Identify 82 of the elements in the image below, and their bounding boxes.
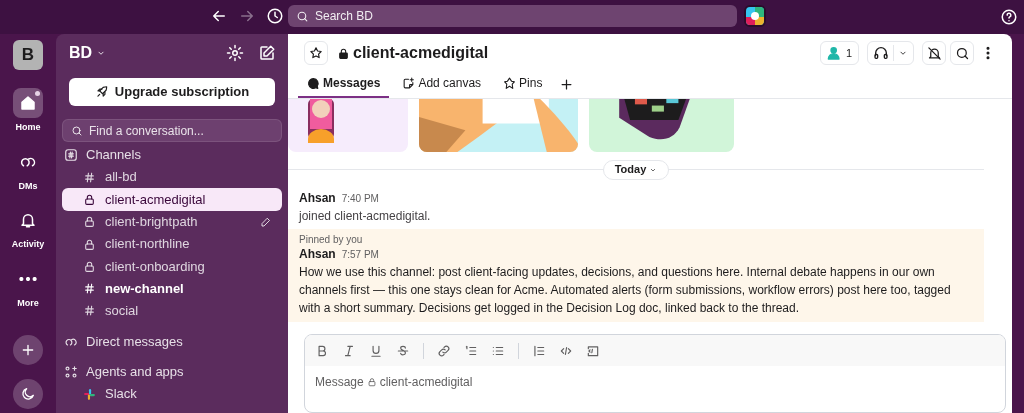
rail-label: Activity: [11, 238, 45, 251]
section-header[interactable]: Agents and apps: [86, 362, 184, 382]
channel-item[interactable]: new-channel: [62, 277, 282, 300]
numbered-list-icon[interactable]: [464, 343, 478, 358]
rail-label: DMs: [18, 179, 38, 193]
add-button[interactable]: [13, 335, 43, 365]
timestamp[interactable]: 7:40 PM: [341, 190, 379, 207]
person-icon: [826, 45, 843, 61]
link-icon[interactable]: [437, 343, 451, 358]
workspace-avatar[interactable]: B: [13, 40, 43, 70]
author-name[interactable]: Ahsan: [299, 190, 336, 207]
channel-item[interactable]: all-bd: [62, 166, 282, 189]
timestamp[interactable]: 7:57 PM: [341, 246, 379, 263]
composer-channel-name: client-acmedigital: [379, 374, 473, 391]
search-icon: [296, 9, 309, 23]
lock-icon: [83, 215, 96, 229]
notifications-button[interactable]: [922, 41, 946, 65]
apps-icon[interactable]: [64, 365, 78, 380]
message-composer[interactable]: Message client-acmedigital: [304, 334, 1006, 413]
plus-icon[interactable]: [559, 76, 575, 92]
rocket-icon: [94, 85, 109, 99]
rail-label: More: [17, 296, 39, 310]
huddle-button[interactable]: [867, 41, 914, 65]
plus-icon: [20, 342, 36, 358]
star-button[interactable]: [304, 41, 328, 65]
members-button[interactable]: 1: [819, 41, 859, 65]
pinned-label: Pinned by you: [299, 233, 364, 246]
lock-icon: [83, 237, 96, 251]
composer-placeholder: Message: [315, 374, 364, 391]
search-icon: [954, 45, 970, 61]
strikethrough-icon[interactable]: [396, 343, 410, 358]
bell-off-icon: [926, 45, 942, 61]
date-divider-button[interactable]: Today: [602, 159, 670, 180]
italic-icon[interactable]: [342, 343, 356, 358]
quote-icon[interactable]: [532, 343, 546, 358]
canvas-icon: [402, 76, 416, 90]
history-icon[interactable]: [266, 7, 284, 25]
upgrade-button[interactable]: Upgrade subscription: [69, 78, 275, 106]
app-logo-icon[interactable]: [746, 7, 764, 25]
channels-icon[interactable]: [64, 148, 78, 162]
code-block-icon[interactable]: [586, 343, 600, 358]
lock-icon: [83, 259, 96, 273]
bell-icon: [19, 211, 37, 229]
section-header[interactable]: Direct messages: [86, 332, 183, 352]
channel-item[interactable]: client-northline: [62, 232, 282, 256]
workspace-menu[interactable]: BD: [69, 41, 107, 65]
compose-icon[interactable]: [258, 44, 276, 62]
message-text: joined client-acmedigital.: [299, 208, 432, 225]
channel-tab[interactable]: Add canvas: [393, 70, 491, 98]
lock-icon: [337, 46, 350, 60]
message-text: How we use this channel: post client-facing updates, decisions, and questions here. Internal debate happens in our own channels first — this one stays clean for Acme. Automated alerts (form submissions, workflow errors) post here too, tagged with a short summary. Decisions get logged in the Decision Log doc, linked back to the thread.: [299, 264, 952, 317]
rail-label: Home: [15, 121, 41, 134]
hash-icon: [83, 304, 96, 318]
conversation-search-field[interactable]: Find a conversation...: [62, 119, 282, 142]
channel-item[interactable]: client-brightpath: [62, 210, 282, 233]
channel-item[interactable]: client-onboarding: [62, 255, 282, 278]
author-name[interactable]: Ahsan: [299, 246, 336, 263]
channel-title[interactable]: client-acmedigital: [337, 41, 489, 65]
home-icon: [19, 94, 37, 112]
section-header[interactable]: Channels: [86, 145, 141, 165]
channel-tab[interactable]: Pins: [494, 70, 552, 98]
channel-item[interactable]: social: [62, 299, 282, 323]
more-icon: [19, 276, 37, 281]
underline-icon[interactable]: [369, 343, 383, 358]
rail-button[interactable]: [13, 88, 43, 118]
lock-icon: [366, 377, 377, 387]
hash-icon: [83, 170, 96, 184]
theme-button[interactable]: [13, 379, 43, 409]
app-item[interactable]: Slack: [62, 383, 282, 406]
search-field[interactable]: Search BD: [288, 5, 737, 27]
star-icon: [309, 46, 323, 60]
app-logo-icon: [83, 387, 96, 401]
moon-icon: [20, 386, 36, 402]
lock-icon: [83, 192, 96, 206]
speech-bubble-icon: [307, 76, 320, 90]
channel-item[interactable]: client-acmedigital: [62, 188, 282, 211]
filter-search-icon: [71, 124, 83, 137]
bold-icon[interactable]: [315, 343, 329, 358]
headphones-icon: [873, 45, 889, 61]
help-icon[interactable]: [1000, 8, 1018, 26]
hash-icon: [83, 282, 96, 296]
search-button[interactable]: [950, 41, 974, 65]
